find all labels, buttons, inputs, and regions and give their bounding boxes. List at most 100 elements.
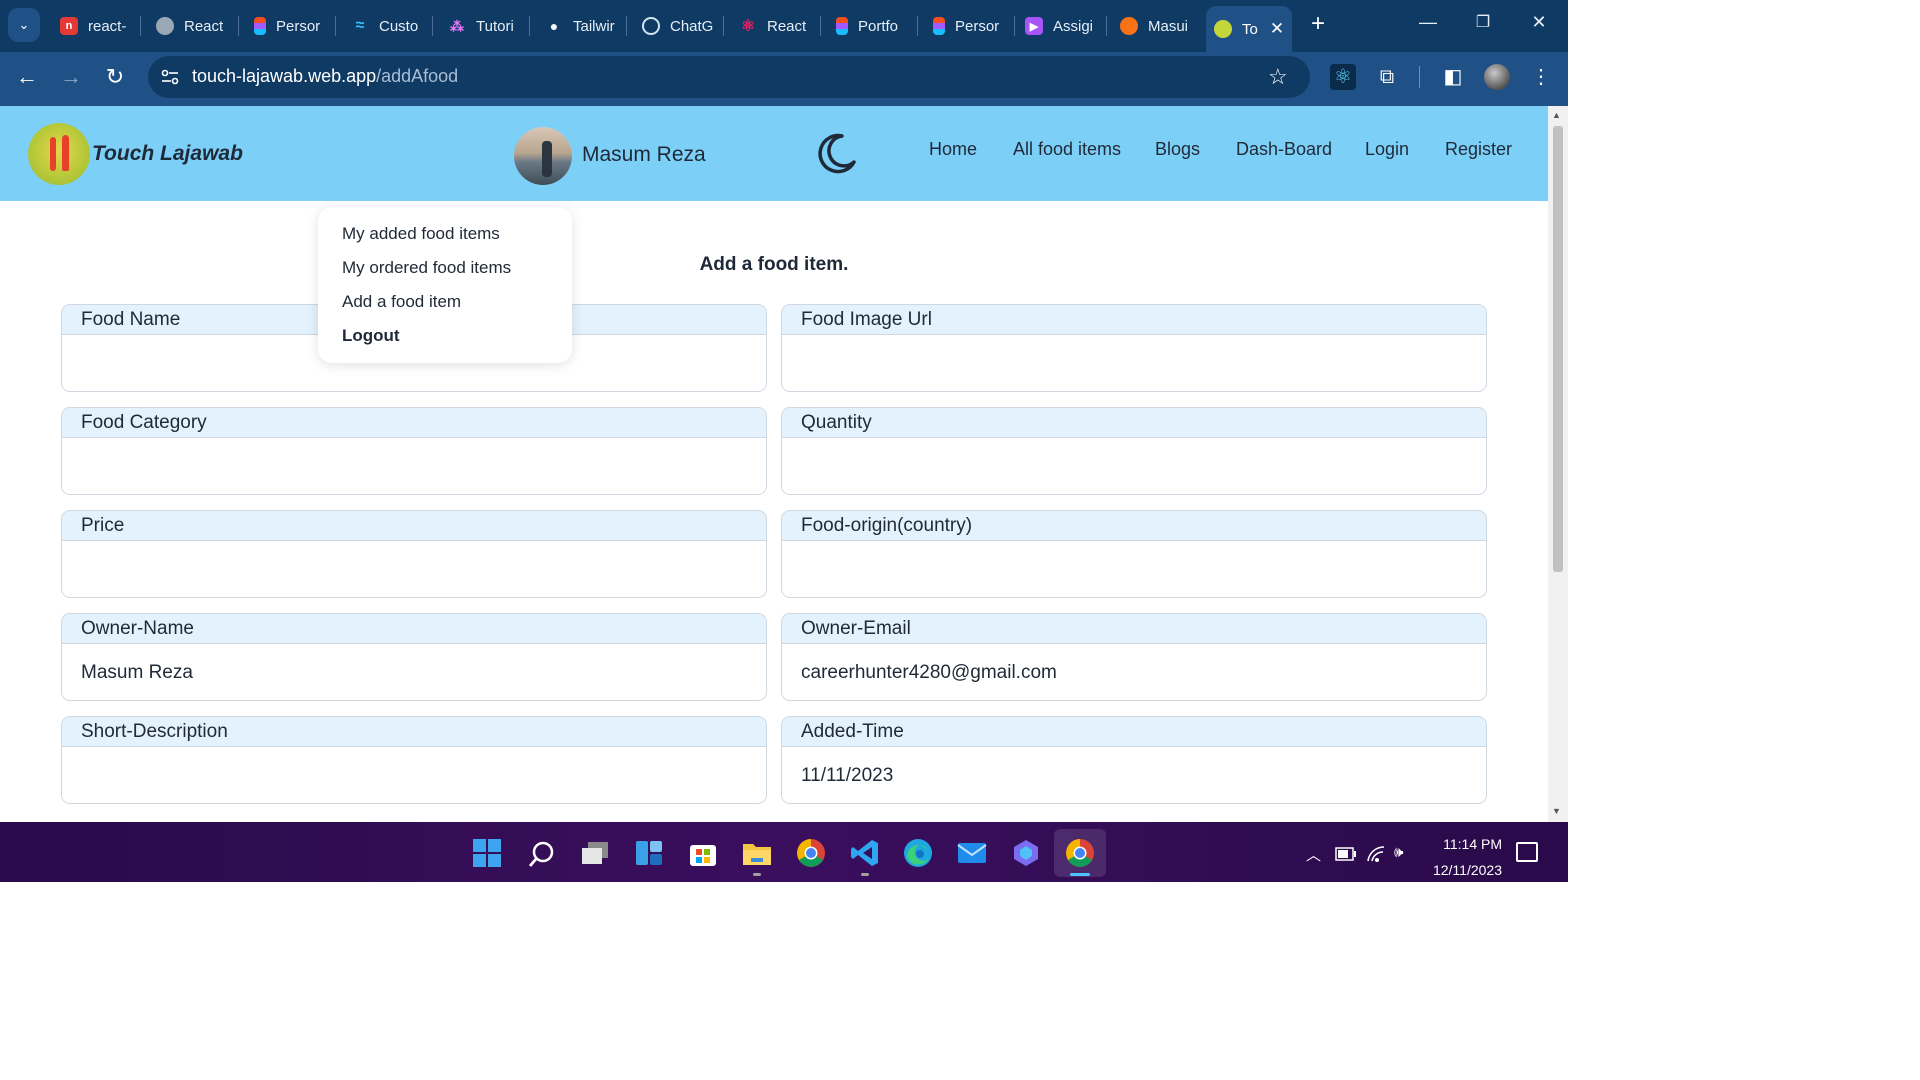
browser-tab[interactable]: n react-: [52, 8, 136, 44]
forward-arrow-icon[interactable]: →: [56, 62, 86, 92]
browser-tab[interactable]: ⚛ React: [731, 8, 815, 44]
field-label: Price: [62, 511, 766, 541]
browser-tab[interactable]: Masui: [1112, 8, 1198, 44]
windows-start-icon[interactable]: [472, 838, 502, 868]
browser-tab[interactable]: ChatG: [634, 8, 718, 44]
tab-separator: [1014, 16, 1015, 36]
browser-tab[interactable]: ● Tailwir: [537, 8, 621, 44]
volume-icon[interactable]: 🕪: [1394, 844, 1403, 861]
browser-tab[interactable]: Persor: [246, 8, 330, 44]
browser-tab[interactable]: React: [148, 8, 234, 44]
close-tab-icon[interactable]: ✕: [1270, 19, 1284, 39]
avatar-tab-icon: [1120, 17, 1138, 35]
browser-tab[interactable]: ⁂ Tutori: [440, 8, 524, 44]
browser-tab[interactable]: Persor: [925, 8, 1009, 44]
browser-menu-icon[interactable]: ⋮: [1528, 64, 1554, 90]
quantity-input[interactable]: [782, 438, 1486, 494]
tab-separator: [529, 16, 530, 36]
owner-email-input[interactable]: [782, 644, 1486, 700]
close-window-icon[interactable]: ✕: [1527, 12, 1551, 33]
tab-search-dropdown-icon[interactable]: ⌄: [8, 8, 40, 42]
user-name[interactable]: Masum Reza: [582, 143, 706, 167]
widgets-icon[interactable]: [634, 838, 664, 868]
nav-dash-board[interactable]: Dash-Board: [1236, 139, 1332, 160]
copilot-app-icon[interactable]: [1011, 838, 1041, 868]
touch-lajawab-logo[interactable]: [28, 123, 90, 185]
microsoft-store-icon[interactable]: [688, 838, 718, 868]
minimize-window-icon[interactable]: —: [1416, 12, 1440, 33]
browser-tab[interactable]: Portfo: [828, 8, 912, 44]
mail-icon[interactable]: [957, 840, 987, 866]
field-label: Food Category: [62, 408, 766, 438]
owner-name-input[interactable]: [62, 644, 766, 700]
brand-name[interactable]: Touch Lajawab: [92, 142, 243, 166]
vscode-icon[interactable]: [850, 838, 880, 868]
site-settings-icon[interactable]: [160, 68, 180, 86]
bookmark-star-icon[interactable]: ☆: [1268, 64, 1288, 90]
food-image-url-field: Food Image Url: [781, 304, 1487, 392]
food-image-url-input[interactable]: [782, 335, 1486, 391]
avatar-person-silhouette: [542, 141, 552, 177]
profile-avatar[interactable]: [1484, 64, 1510, 90]
chrome-icon[interactable]: [796, 838, 826, 868]
menu-my-added-food-items[interactable]: My added food items: [342, 224, 500, 244]
search-icon[interactable]: [528, 840, 556, 868]
running-app-indicator: [861, 873, 869, 876]
url-text[interactable]: touch-lajawab.web.app/addAfood: [192, 66, 458, 87]
quantity-field: Quantity: [781, 407, 1487, 495]
file-explorer-icon[interactable]: [741, 838, 773, 868]
knife-icon: [62, 135, 69, 171]
active-app-indicator: [1070, 873, 1090, 876]
browser-tab[interactable]: ≈ Custo: [343, 8, 427, 44]
food-category-input[interactable]: [62, 438, 766, 494]
menu-my-ordered-food-items[interactable]: My ordered food items: [342, 258, 511, 278]
wifi-icon[interactable]: [1366, 845, 1386, 863]
scroll-up-arrow-icon[interactable]: ▲: [1552, 110, 1561, 120]
edge-icon[interactable]: [903, 838, 933, 868]
page-scrollbar[interactable]: ▲ ▼: [1548, 106, 1568, 822]
nav-blogs[interactable]: Blogs: [1155, 139, 1200, 160]
dark-mode-moon-icon[interactable]: [812, 130, 858, 176]
nav-register[interactable]: Register: [1445, 139, 1512, 160]
chrome-taskbar-active[interactable]: [1054, 829, 1106, 877]
browser-tab-active[interactable]: To ✕: [1206, 6, 1292, 52]
nodes-icon: ⁂: [450, 17, 464, 34]
user-avatar[interactable]: [514, 127, 572, 185]
field-label: Short-Description: [62, 717, 766, 747]
url-path: /addAfood: [376, 66, 459, 86]
figma-icon: [254, 17, 266, 35]
nav-login[interactable]: Login: [1365, 139, 1409, 160]
notification-center-icon[interactable]: [1516, 842, 1538, 862]
scrollbar-thumb[interactable]: [1553, 126, 1563, 572]
nav-all-food-items[interactable]: All food items: [1013, 139, 1121, 160]
web-page: Touch Lajawab Masum Reza Home All food i…: [0, 106, 1548, 822]
scroll-down-arrow-icon[interactable]: ▼: [1552, 806, 1561, 816]
figma-icon: [836, 17, 848, 35]
reload-icon[interactable]: ↻: [100, 62, 130, 92]
side-panel-icon[interactable]: ◧: [1440, 64, 1466, 90]
food-origin-input[interactable]: [782, 541, 1486, 597]
price-input[interactable]: [62, 541, 766, 597]
show-hidden-icons-chevron-icon[interactable]: ︿: [1306, 844, 1321, 865]
new-tab-icon[interactable]: +: [1306, 12, 1330, 38]
tab-separator: [626, 16, 627, 36]
food-origin-field: Food-origin(country): [781, 510, 1487, 598]
menu-logout[interactable]: Logout: [342, 326, 400, 346]
react-atom-icon: ⚛: [740, 18, 756, 35]
field-label: Food-origin(country): [782, 511, 1486, 541]
nav-home[interactable]: Home: [929, 139, 977, 160]
added-time-input[interactable]: [782, 747, 1486, 803]
browser-tab[interactable]: ▶ Assigi: [1017, 8, 1101, 44]
task-view-icon[interactable]: [580, 840, 610, 866]
figma-icon: [933, 17, 945, 35]
short-description-input[interactable]: [62, 747, 766, 803]
system-clock[interactable]: 11:14 PM 12/11/2023: [1418, 831, 1502, 883]
react-devtools-icon[interactable]: ⚛: [1330, 64, 1356, 90]
battery-icon[interactable]: [1335, 847, 1357, 861]
short-description-field: Short-Description: [61, 716, 767, 804]
extensions-puzzle-icon[interactable]: ⧉: [1374, 64, 1400, 90]
back-arrow-icon[interactable]: ←: [12, 62, 42, 92]
restore-window-icon[interactable]: ❐: [1471, 12, 1495, 32]
menu-add-food-item[interactable]: Add a food item: [342, 292, 461, 312]
owner-name-field: Owner-Name: [61, 613, 767, 701]
